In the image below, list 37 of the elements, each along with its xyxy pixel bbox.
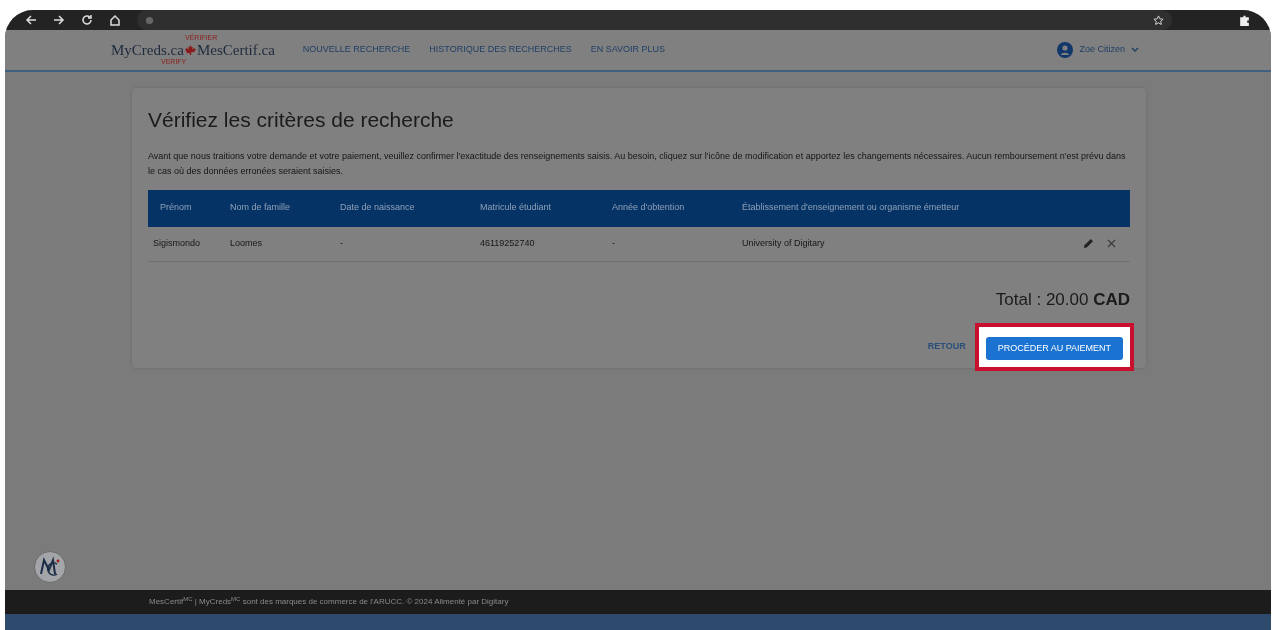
proceed-to-payment-button[interactable]: PROCÉDER AU PAIEMENT [985,337,1123,361]
nav-link[interactable]: EN SAVOIR PLUS [590,43,666,57]
star-icon[interactable] [1153,14,1164,26]
table-cell: Loomes [230,237,263,248]
globe-icon [145,15,154,25]
edit-icon[interactable] [1083,238,1094,249]
column-header: Établissement d'enseignement ou organisme émetteur [742,202,960,213]
table-cell: 46119252740 [480,237,535,248]
nav-link[interactable]: NOUVELLE RECHERCHE [302,43,411,57]
reload-icon[interactable] [81,14,93,26]
puzzle-icon[interactable] [1238,13,1251,27]
forward-icon[interactable] [53,14,65,26]
footer-text: MesCertif$^{MC}$ | MyCreds$^{MC}$ sont des marques de commerce de l'ARUCC. © 2024 Alimenté par Digitary [149,596,509,608]
nav-link[interactable]: HISTORIQUE DES RECHERCHES [429,43,572,57]
logo-wordmark[interactable]: MyCreds.ca [111,42,184,58]
table-cell: - [612,237,615,248]
logo-wordmark[interactable]: MesCertif.ca [196,42,275,58]
maple-leaf-icon [184,44,196,56]
column-header: Nom de famille [230,202,291,213]
table-cell: - [340,237,343,248]
column-header: Date de naissance [340,202,415,213]
user-avatar-icon[interactable] [1057,42,1074,58]
total-amount: Total : 20.00 CAD [995,288,1130,311]
back-icon[interactable] [25,14,37,26]
home-icon[interactable] [109,14,121,26]
page-title: Vérifiez les critères de recherche [148,107,455,133]
intro-paragraph: Avant que nous traitions votre demande et votre paiement, veuillez confirmer l'exactitude des renseignements saisis. Au besoin, cliquez sur l'icône de modification et apportez les changements nécessaires. Aucun remboursement n'est prévu dans le cas où des données erronées seraient saisies. [148,149,1127,178]
column-header: Année d'obtention [612,202,685,213]
column-header: Prénom [160,202,192,213]
table-cell: Sigismondo [153,237,201,248]
column-header: Matricule étudiant [480,202,552,213]
brand-badge-icon[interactable] [34,551,66,583]
back-link[interactable]: RETOUR [927,340,966,354]
chevron-down-icon[interactable] [1131,47,1139,53]
close-icon[interactable] [1107,239,1116,248]
user-name[interactable]: Zoe Citizen [1079,43,1125,57]
table-cell: University of Digitary [742,237,825,248]
